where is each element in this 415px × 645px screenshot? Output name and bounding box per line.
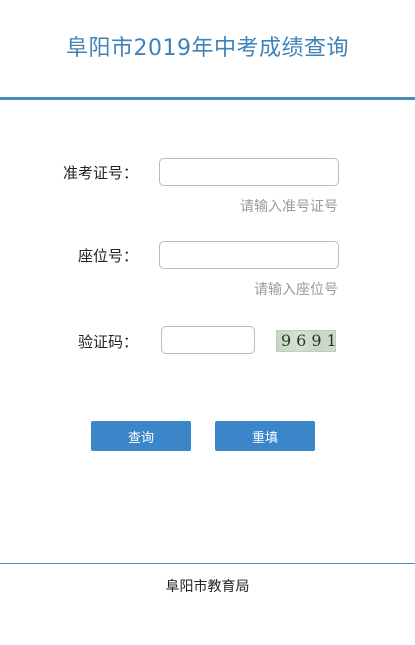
captcha-input[interactable] — [161, 326, 255, 354]
header-divider — [0, 97, 415, 100]
captcha-label: 验证码： — [77, 333, 138, 351]
footer-text: 阜阳市教育局 — [165, 579, 250, 595]
reset-button[interactable]: 重填 — [215, 421, 315, 451]
exam-id-label: 准考证号： — [62, 164, 138, 182]
seat-no-hint: 请输入座位号 — [254, 282, 338, 298]
seat-no-label: 座位号： — [77, 247, 138, 265]
query-button[interactable]: 查询 — [91, 421, 191, 451]
exam-id-input[interactable] — [159, 158, 339, 186]
captcha-image[interactable]: 9691 — [276, 330, 337, 352]
page-title: 阜阳市2019年中考成绩查询 — [66, 36, 349, 61]
exam-id-hint: 请输入准号证号 — [240, 199, 338, 215]
footer-divider — [0, 563, 415, 564]
seat-no-input[interactable] — [159, 241, 339, 269]
